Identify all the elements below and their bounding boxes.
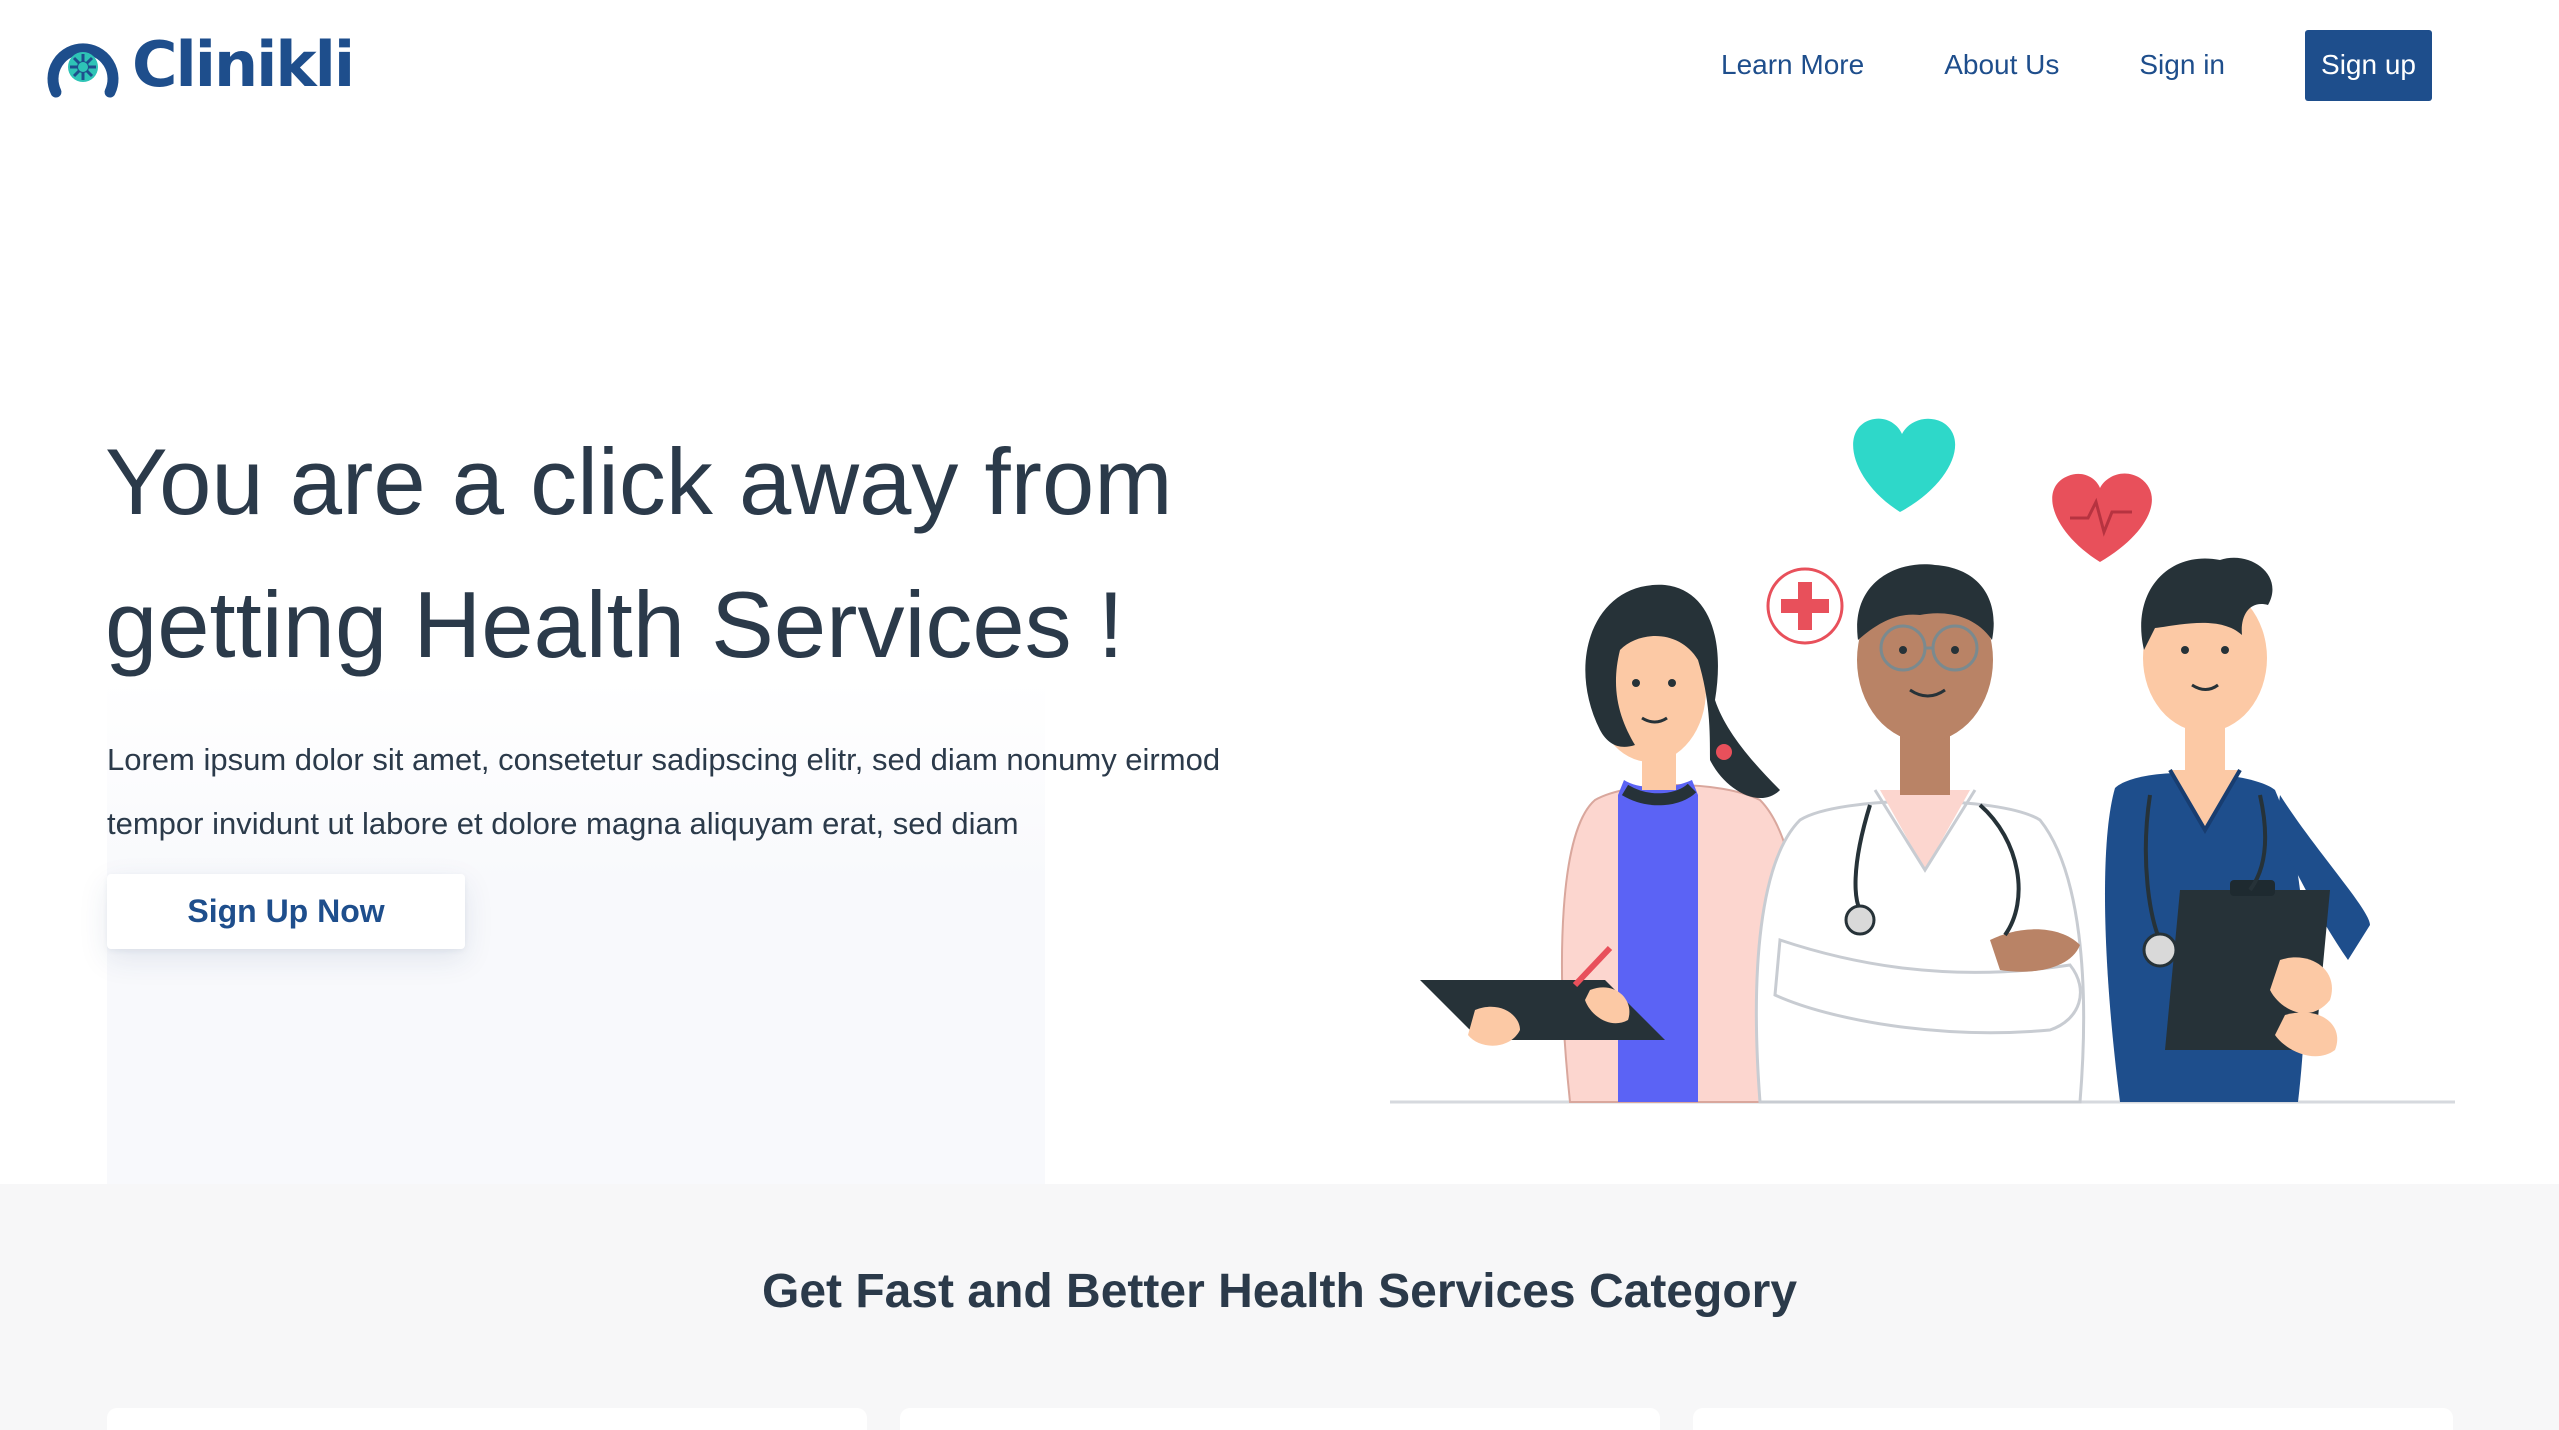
female-doctor-figure: [1420, 584, 1805, 1103]
sign-up-now-button[interactable]: Sign Up Now: [107, 874, 465, 949]
clinikli-logo-icon: [47, 43, 119, 98]
category-card[interactable]: [1693, 1408, 2453, 1430]
brand-name: Clinikli: [132, 28, 355, 101]
nav-about-us-link[interactable]: About Us: [1944, 49, 2059, 81]
nav-sign-in-link[interactable]: Sign in: [2139, 49, 2225, 81]
medical-staff-illustration: [1390, 418, 2455, 1104]
category-card[interactable]: [900, 1408, 1660, 1430]
nurse-figure: [2104, 557, 2370, 1102]
category-card[interactable]: [107, 1408, 867, 1430]
hero-title-line-2: getting Health Services !: [105, 572, 1124, 677]
brand-logo[interactable]: Clinikli: [46, 28, 355, 101]
hero-description-line-2: tempor invidunt ut labore et dolore magn…: [107, 806, 1019, 841]
heart-pulse-icon: [2052, 473, 2152, 562]
hero-title: You are a click away from getting Health…: [105, 410, 1405, 696]
heart-icon: [1853, 418, 1956, 512]
top-nav: Clinikli Learn More About Us Sign in Sig…: [0, 0, 2559, 130]
category-section-title: Get Fast and Better Health Services Cate…: [761, 1265, 1798, 1318]
hero-description-line-1: Lorem ipsum dolor sit amet, consetetur s…: [107, 742, 1221, 777]
nav-learn-more-link[interactable]: Learn More: [1721, 49, 1864, 81]
hero-title-line-1: You are a click away from: [105, 429, 1173, 534]
hero-description: Lorem ipsum dolor sit amet, consetetur s…: [107, 728, 1407, 856]
male-doctor-figure: [1754, 564, 2086, 1104]
services-category-section: Get Fast and Better Health Services Cate…: [0, 1184, 2559, 1430]
nav-links: Learn More About Us Sign in Sign up: [1721, 29, 2432, 101]
nav-sign-up-button[interactable]: Sign up: [2305, 29, 2432, 101]
